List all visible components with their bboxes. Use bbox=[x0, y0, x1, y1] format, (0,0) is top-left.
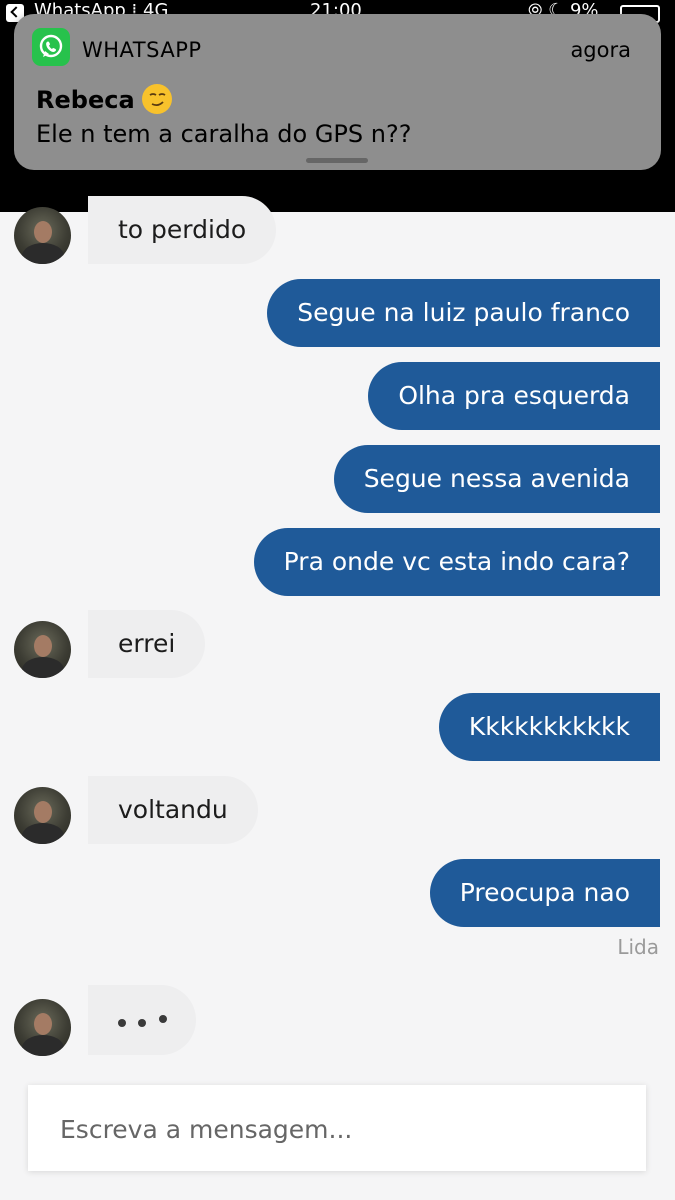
outgoing-message: Preocupa nao bbox=[429, 859, 660, 927]
contact-avatar[interactable] bbox=[14, 999, 71, 1056]
read-receipt: Lida bbox=[617, 935, 659, 959]
incoming-message: errei bbox=[88, 610, 206, 678]
contact-avatar[interactable] bbox=[14, 621, 71, 678]
push-notification[interactable]: WHATSAPP agora Rebeca Ele n tem a caralh… bbox=[14, 14, 661, 170]
typing-dot bbox=[138, 1019, 146, 1027]
outgoing-message: Segue nessa avenida bbox=[333, 445, 660, 513]
notification-grabber[interactable] bbox=[306, 158, 368, 163]
message-composer bbox=[28, 1085, 646, 1171]
typing-indicator bbox=[88, 985, 196, 1055]
incoming-message: to perdido bbox=[88, 196, 277, 264]
incoming-message: voltandu bbox=[88, 776, 258, 844]
contact-avatar[interactable] bbox=[14, 787, 71, 844]
notification-app-name: WHATSAPP bbox=[82, 38, 202, 62]
typing-dot bbox=[118, 1019, 126, 1027]
contact-avatar[interactable] bbox=[14, 207, 71, 264]
outgoing-message: Kkkkkkkkkkk bbox=[438, 693, 660, 761]
outgoing-message: Olha pra esquerda bbox=[368, 362, 660, 430]
top-bar: WhatsApp ⁞ 4G 21:00 ⦾ ☾ 9% WHATSAPP agor… bbox=[0, 0, 675, 212]
notification-message: Ele n tem a caralha do GPS n?? bbox=[36, 120, 412, 148]
outgoing-message: Segue na luiz paulo franco bbox=[267, 279, 660, 347]
notification-sender: Rebeca bbox=[36, 86, 135, 114]
message-input[interactable] bbox=[58, 1105, 622, 1153]
smirk-emoji-icon bbox=[142, 84, 172, 114]
whatsapp-icon bbox=[32, 28, 70, 66]
notification-time: agora bbox=[570, 38, 631, 62]
typing-dot bbox=[159, 1015, 167, 1023]
outgoing-message: Pra onde vc esta indo cara? bbox=[253, 528, 660, 596]
